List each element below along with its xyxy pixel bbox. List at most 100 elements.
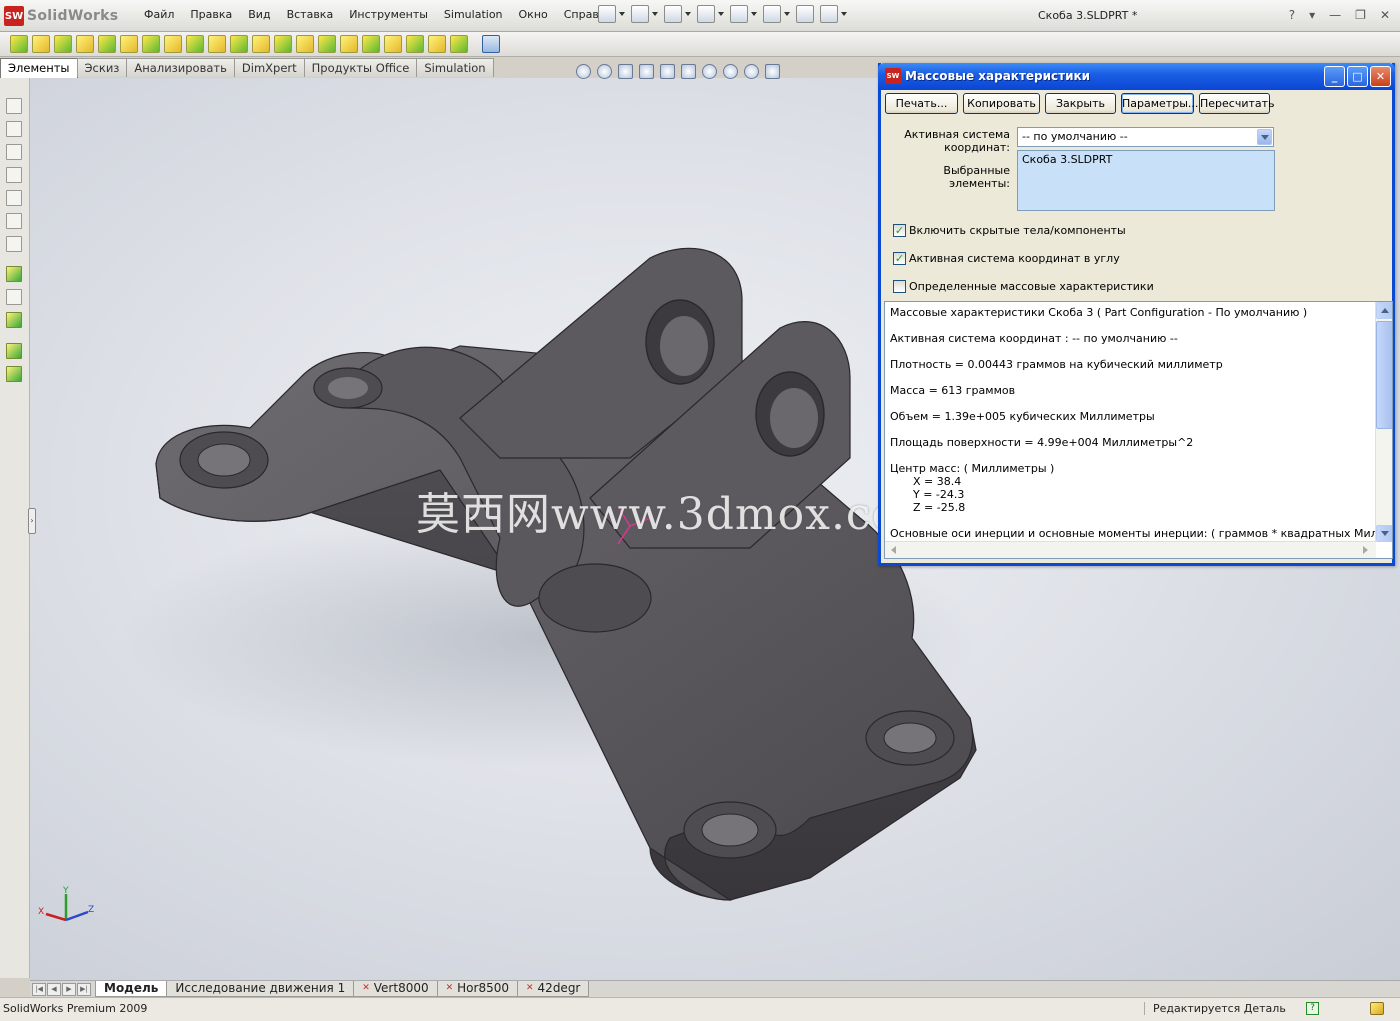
instant3d-icon[interactable] xyxy=(482,35,500,53)
dialog-title-bar[interactable]: SW Массовые характеристики _ □ ✕ xyxy=(878,63,1395,90)
coord-system-select[interactable]: -- по умолчанию -- xyxy=(1017,127,1274,147)
menu-view[interactable]: Вид xyxy=(240,8,278,21)
view-settings-icon[interactable] xyxy=(765,64,780,79)
hole-wizard-icon[interactable] xyxy=(230,35,248,53)
chevron-down-icon[interactable] xyxy=(784,12,790,16)
rebuild-traffic-light-icon[interactable] xyxy=(796,5,814,23)
appearances-icon[interactable] xyxy=(6,236,22,252)
wrap-icon[interactable] xyxy=(362,35,380,53)
lofted-boss-icon[interactable] xyxy=(76,35,94,53)
save-icon[interactable] xyxy=(664,5,682,23)
rib-icon[interactable] xyxy=(296,35,314,53)
scroll-right-icon[interactable] xyxy=(1363,546,1368,554)
configuration-manager-icon[interactable] xyxy=(6,144,22,160)
mirror-icon[interactable] xyxy=(406,35,424,53)
section-view-icon[interactable] xyxy=(639,64,654,79)
lofted-cut-icon[interactable] xyxy=(186,35,204,53)
horizontal-scrollbar[interactable] xyxy=(885,541,1376,558)
chevron-down-icon[interactable] xyxy=(652,12,658,16)
restore-icon[interactable]: ❐ xyxy=(1355,8,1366,22)
help-menu-icon[interactable]: ? xyxy=(1289,8,1295,22)
help-icon[interactable]: ? xyxy=(1306,1002,1319,1015)
dimxpert-manager-icon[interactable] xyxy=(6,167,22,183)
view-orientation-icon[interactable] xyxy=(660,64,675,79)
mass-properties-results[interactable]: Массовые характеристики Скоба 3 ( Part C… xyxy=(884,301,1393,559)
chevron-down-icon[interactable] xyxy=(718,12,724,16)
relations-icon[interactable] xyxy=(6,312,22,328)
chevron-down-icon[interactable] xyxy=(841,12,847,16)
checkbox-unchecked-icon[interactable] xyxy=(893,280,906,293)
checkbox-checked-icon[interactable]: ✓ xyxy=(893,224,906,237)
close-icon[interactable]: ✕ xyxy=(1370,66,1391,87)
display-manager-icon[interactable] xyxy=(6,190,22,206)
draft-icon[interactable] xyxy=(318,35,336,53)
recalculate-button[interactable]: Пересчитать xyxy=(1199,93,1275,114)
tab-features[interactable]: Элементы xyxy=(0,58,78,78)
copy-button[interactable]: Копировать xyxy=(963,93,1040,114)
menu-simulation[interactable]: Simulation xyxy=(436,8,511,21)
linear-pattern-icon[interactable] xyxy=(274,35,292,53)
solidworks-logo[interactable]: SW SolidWorks xyxy=(4,6,118,26)
boundary-boss-icon[interactable] xyxy=(98,35,116,53)
scroll-up-icon[interactable] xyxy=(1376,302,1392,319)
show-coord-system-corner-checkbox[interactable]: ✓ Активная система координат в углу xyxy=(893,252,1120,265)
checkbox-checked-icon[interactable]: ✓ xyxy=(893,252,906,265)
apply-scene-icon[interactable] xyxy=(744,64,759,79)
sidebar-collapse-handle[interactable]: › xyxy=(28,508,36,534)
minimize-icon[interactable]: _ xyxy=(1324,66,1345,87)
chevron-down-icon[interactable] xyxy=(619,12,625,16)
include-hidden-bodies-checkbox[interactable]: ✓ Включить скрытые тела/компоненты xyxy=(893,224,1126,237)
close-icon[interactable]: ✕ xyxy=(1380,8,1390,22)
chevron-down-icon[interactable]: ▾ xyxy=(1309,8,1315,22)
zoom-to-fit-icon[interactable] xyxy=(576,64,591,79)
shell-icon[interactable] xyxy=(340,35,358,53)
feature-tree-icon[interactable] xyxy=(6,98,22,114)
property-manager-icon[interactable] xyxy=(6,121,22,137)
chevron-down-icon[interactable] xyxy=(685,12,691,16)
assigned-mass-properties-checkbox[interactable]: Определенные массовые характеристики xyxy=(893,280,1154,293)
close-button[interactable]: Закрыть xyxy=(1045,93,1116,114)
undo-icon[interactable] xyxy=(730,5,748,23)
reference-geometry-icon[interactable] xyxy=(428,35,446,53)
extruded-boss-icon[interactable] xyxy=(10,35,28,53)
dome-icon[interactable] xyxy=(384,35,402,53)
menu-file[interactable]: Файл xyxy=(136,8,182,21)
display-states-icon[interactable] xyxy=(6,366,22,382)
display-style-icon[interactable] xyxy=(681,64,696,79)
fillet-icon[interactable] xyxy=(252,35,270,53)
tab-office-products[interactable]: Продукты Office xyxy=(303,58,418,77)
boundary-cut-icon[interactable] xyxy=(208,35,226,53)
hide-show-items-icon[interactable] xyxy=(702,64,717,79)
view-palette-icon[interactable] xyxy=(6,213,22,229)
menu-window[interactable]: Окно xyxy=(511,8,556,21)
sketch-icon[interactable] xyxy=(6,266,22,282)
new-document-icon[interactable] xyxy=(598,5,616,23)
tab-study-42degr[interactable]: ✕ 42degr xyxy=(517,981,590,997)
vertical-scrollbar[interactable] xyxy=(1375,302,1392,542)
smart-dimension-icon[interactable] xyxy=(6,289,22,305)
previous-view-icon[interactable] xyxy=(618,64,633,79)
edit-appearance-icon[interactable] xyxy=(723,64,738,79)
select-arrow-icon[interactable] xyxy=(763,5,781,23)
swept-boss-icon[interactable] xyxy=(54,35,72,53)
zoom-to-area-icon[interactable] xyxy=(597,64,612,79)
prev-tab-icon[interactable]: ◀ xyxy=(47,982,61,996)
last-tab-icon[interactable]: ▶| xyxy=(77,982,91,996)
chevron-down-icon[interactable] xyxy=(1257,129,1272,145)
tab-study-hor8500[interactable]: ✕ Hor8500 xyxy=(436,981,518,997)
tab-sketch[interactable]: Эскиз xyxy=(76,58,128,77)
menu-edit[interactable]: Правка xyxy=(182,8,240,21)
curves-icon[interactable] xyxy=(450,35,468,53)
revolved-boss-icon[interactable] xyxy=(32,35,50,53)
tab-simulation[interactable]: Simulation xyxy=(416,58,494,77)
open-folder-icon[interactable] xyxy=(631,5,649,23)
extruded-cut-icon[interactable] xyxy=(120,35,138,53)
tab-study-vert8000[interactable]: ✕ Vert8000 xyxy=(353,981,438,997)
menu-tools[interactable]: Инструменты xyxy=(341,8,436,21)
options-button[interactable]: Параметры... xyxy=(1121,93,1198,114)
scroll-thumb[interactable] xyxy=(1376,321,1392,429)
options-icon[interactable] xyxy=(820,5,838,23)
tab-motion-study[interactable]: Исследование движения 1 xyxy=(166,981,355,997)
layers-icon[interactable] xyxy=(6,343,22,359)
menu-insert[interactable]: Вставка xyxy=(279,8,342,21)
